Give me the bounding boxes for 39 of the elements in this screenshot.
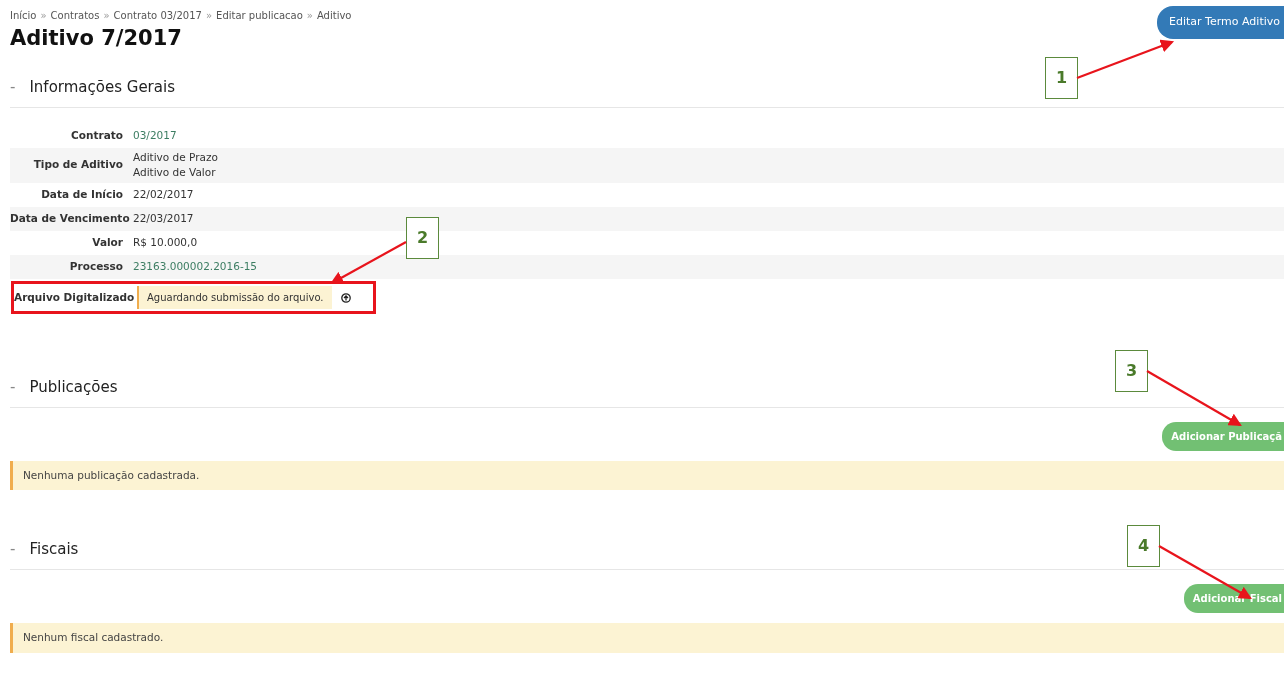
section-heading: Publicações <box>29 377 118 398</box>
field-label: Processo <box>68 259 124 275</box>
field-value: R$ 10.000,0 <box>133 235 198 251</box>
empty-alert: Nenhuma publicação cadastrada. <box>10 460 1284 491</box>
collapse-toggle[interactable]: - <box>10 538 16 561</box>
field-value: Aditivo de Valor <box>133 165 217 181</box>
breadcrumb-link[interactable]: Aditivo <box>316 10 352 21</box>
breadcrumb-separator: » <box>103 10 110 21</box>
callout-label: 2 <box>406 217 439 259</box>
breadcrumb-separator: » <box>205 10 213 21</box>
edit-button[interactable]: Editar Termo Aditivo <box>1157 6 1284 39</box>
field-label: Contrato <box>70 127 124 143</box>
empty-alert: Nenhum fiscal cadastrado. <box>10 622 1284 653</box>
section-heading: Fiscais <box>29 539 79 561</box>
breadcrumb-link[interactable]: Contrato 03/2017 <box>113 10 202 21</box>
breadcrumb-separator: » <box>40 10 47 21</box>
page-title: Aditivo 7/2017 <box>10 25 183 52</box>
field-label: Tipo de Aditivo <box>32 157 124 173</box>
upload-icon[interactable] <box>340 292 351 303</box>
callout-label: 3 <box>1115 350 1148 392</box>
breadcrumb-separator: » <box>306 10 313 21</box>
breadcrumb-link[interactable]: Contratos <box>50 10 100 21</box>
collapse-toggle[interactable]: - <box>10 376 16 399</box>
section-heading: Informações Gerais <box>29 77 175 98</box>
field-value: 22/02/2017 <box>133 187 194 203</box>
field-label: Valor <box>91 235 124 251</box>
collapse-toggle[interactable]: - <box>10 76 16 99</box>
field-link[interactable]: 03/2017 <box>133 128 177 141</box>
callout-label: 1 <box>1045 57 1078 99</box>
breadcrumb-link[interactable]: Editar publicacao <box>216 10 303 21</box>
field-label: Arquivo Digitalizado <box>14 289 136 305</box>
field-value: 22/03/2017 <box>133 211 194 227</box>
field-link[interactable]: 23163.000002.2016-15 <box>133 260 258 273</box>
field-label: Data de Início <box>40 187 124 203</box>
breadcrumb-link[interactable]: Início <box>10 10 37 21</box>
callout-label: 4 <box>1127 525 1160 567</box>
field-label: Data de Vencimento <box>10 211 131 227</box>
field-value: Aditivo de Prazo <box>133 149 218 165</box>
status-message: Aguardando submissão do arquivo. <box>137 286 332 309</box>
